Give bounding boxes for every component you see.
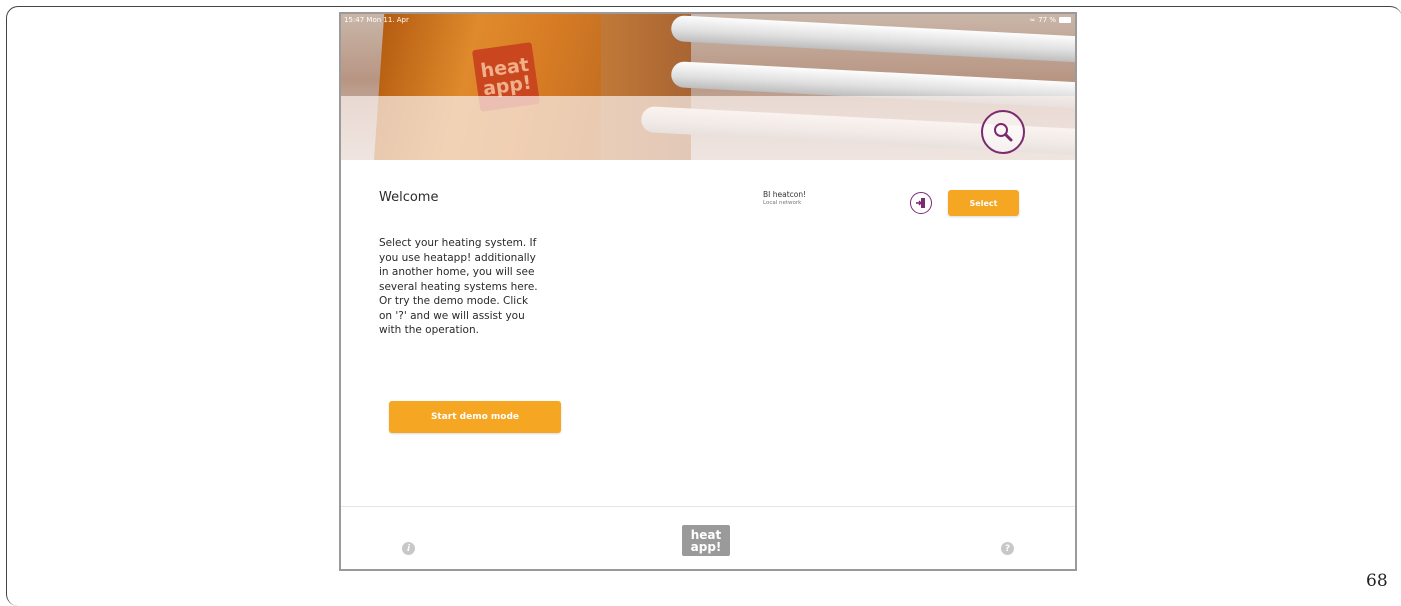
app-screenshot: heat app! 15:47 Mon 11. Apr ≈ 77 % Welco…: [339, 12, 1077, 571]
start-demo-button[interactable]: Start demo mode: [389, 401, 561, 433]
info-icon[interactable]: i: [402, 542, 415, 555]
welcome-description: Select your heating system. If you use h…: [379, 237, 538, 336]
battery-icon: [1059, 17, 1071, 23]
logo-text-app: app!: [481, 71, 533, 101]
heating-system-network: Local network: [763, 200, 802, 206]
welcome-title: Welcome: [379, 190, 439, 205]
search-icon: [994, 123, 1013, 142]
status-indicators: ≈ 77 %: [1029, 16, 1071, 24]
radiator-rail: [670, 15, 1075, 63]
search-button[interactable]: [981, 110, 1025, 154]
hero-overlay: [341, 96, 1075, 160]
login-icon: [916, 198, 925, 208]
wifi-icon: ≈: [1029, 16, 1036, 24]
status-time: 15:47 Mon 11. Apr: [344, 16, 409, 24]
page-number: 68: [1366, 571, 1388, 591]
select-button[interactable]: Select: [948, 190, 1019, 216]
footer-logo-text-heat: heat: [690, 527, 722, 542]
battery-level: 77 %: [1038, 16, 1056, 24]
help-icon[interactable]: ?: [1001, 542, 1014, 555]
heatapp-logo: heat app!: [682, 525, 730, 556]
footer-divider: [341, 506, 1075, 507]
login-button[interactable]: [910, 192, 932, 214]
footer-logo-text-app: app!: [690, 539, 722, 554]
hero-banner: heat app! 15:47 Mon 11. Apr ≈ 77 %: [341, 14, 1075, 160]
heating-system-name: BI heatcon!: [763, 190, 807, 199]
